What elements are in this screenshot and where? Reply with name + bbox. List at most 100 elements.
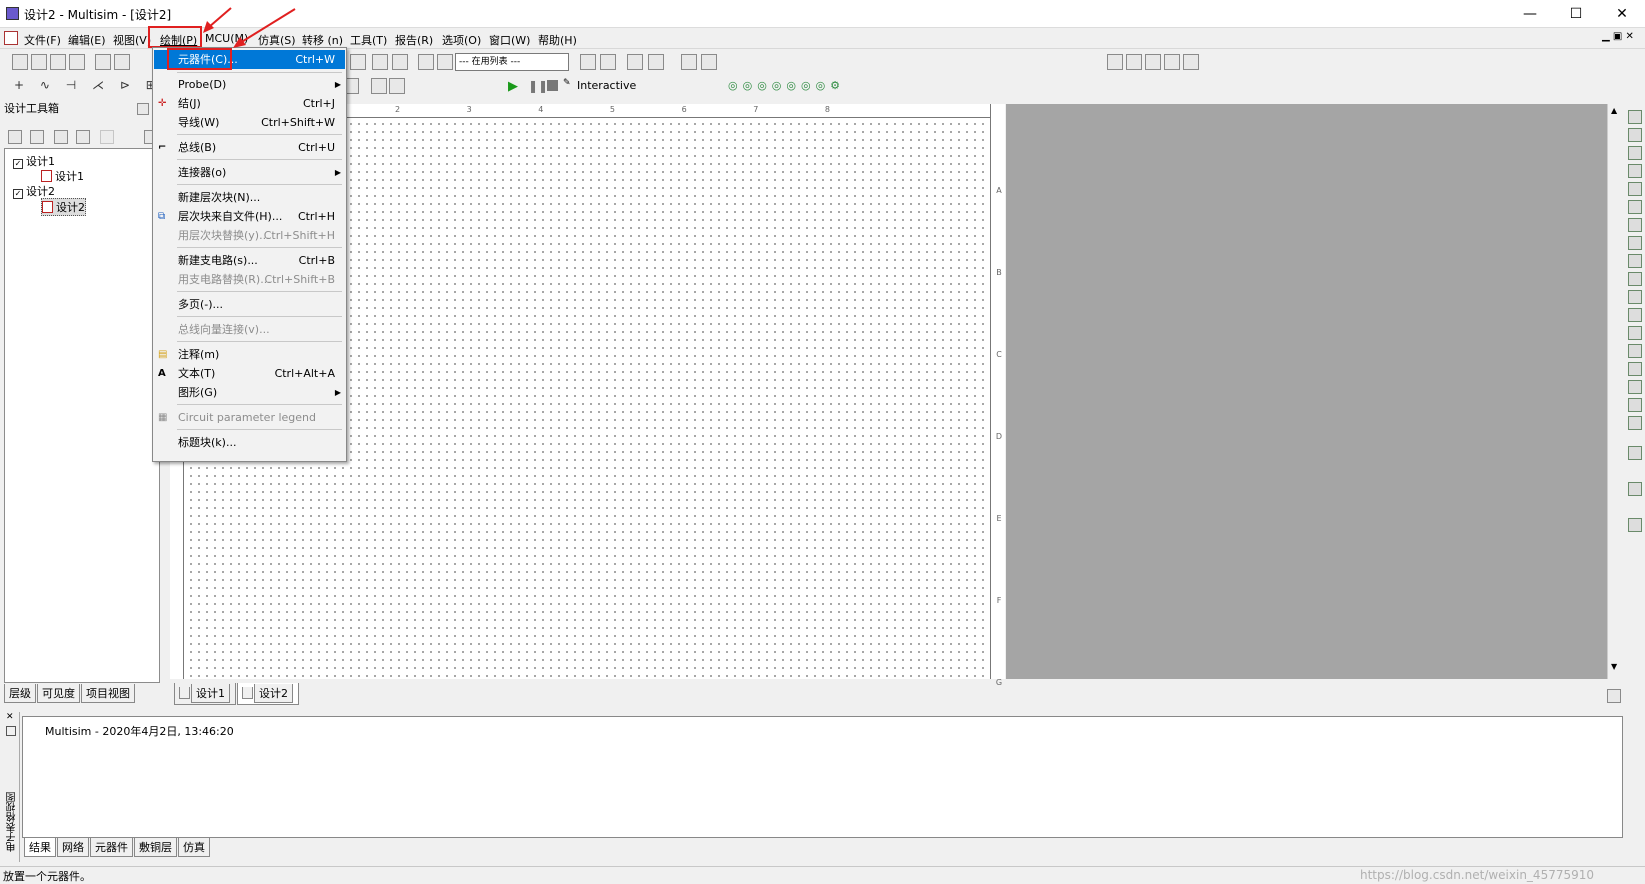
menu-item-graphics[interactable]: 图形(G) ▶ <box>154 383 345 402</box>
menu-reports[interactable]: 报告(R) <box>395 32 433 48</box>
zoom-area-icon[interactable] <box>1145 54 1161 70</box>
interactive-label[interactable]: Interactive <box>577 79 636 92</box>
menu-item-bus[interactable]: ⌐ 总线(B) Ctrl+U <box>154 138 345 157</box>
forward-annotate-icon[interactable] <box>648 54 664 70</box>
wattmeter-icon[interactable] <box>1628 146 1642 160</box>
oscilloscope-icon[interactable] <box>1628 164 1642 178</box>
stop-icon[interactable] <box>547 80 558 91</box>
tab-simulation[interactable]: 仿真 <box>178 838 210 857</box>
measurement-probe-icon[interactable] <box>1628 518 1642 532</box>
doc-tab-design1[interactable]: 设计1 <box>174 683 236 705</box>
menu-help[interactable]: 帮助(H) <box>538 32 577 48</box>
menu-tools[interactable]: 工具(T) <box>350 32 387 48</box>
agilent-multimeter-icon[interactable] <box>1628 380 1642 394</box>
word-generator-icon[interactable] <box>1628 236 1642 250</box>
scroll-up-icon[interactable]: ▲ <box>1611 106 1617 115</box>
menu-item-new-subcircuit[interactable]: 新建支电路(s)... Ctrl+B <box>154 251 345 270</box>
tab-hierarchy[interactable]: 层级 <box>4 684 36 703</box>
tree-root-2[interactable]: ✓ 设计2 <box>13 183 55 199</box>
new-icon[interactable] <box>12 54 28 70</box>
menu-item-comment[interactable]: ▤ 注释(m) <box>154 345 345 364</box>
function-generator-icon[interactable] <box>1628 128 1642 142</box>
pause-icon[interactable]: ❚❚ <box>528 79 548 93</box>
panel-window-icon[interactable] <box>76 130 90 144</box>
tab-menu-icon[interactable] <box>1607 689 1621 703</box>
database-icon[interactable] <box>392 54 408 70</box>
menu-item-connectors[interactable]: 连接器(o) ▶ <box>154 163 345 182</box>
tektronix-scope-icon[interactable] <box>1628 416 1642 430</box>
vertical-scrollbar[interactable]: ▲ ▼ <box>1607 104 1623 679</box>
scroll-down-icon[interactable]: ▼ <box>1611 662 1617 671</box>
spectrum-analyzer-icon[interactable] <box>1628 326 1642 340</box>
mdi-controls[interactable]: ▁ ▣ ✕ <box>1602 31 1634 42</box>
zoom-out-icon[interactable] <box>1126 54 1142 70</box>
tree-child-2[interactable]: 设计2 <box>41 198 86 216</box>
agilent-generator-icon[interactable] <box>1628 362 1642 376</box>
bode-plotter-icon[interactable] <box>1628 200 1642 214</box>
logic-converter-icon[interactable] <box>1628 254 1642 268</box>
panel-new-icon[interactable] <box>8 130 22 144</box>
grapher-icon[interactable] <box>350 54 366 70</box>
tab-copper-layers[interactable]: 敷铜层 <box>134 838 177 857</box>
tab-project-view[interactable]: 项目视图 <box>81 684 135 703</box>
menu-edit[interactable]: 编辑(E) <box>68 32 106 48</box>
save-icon[interactable] <box>69 54 85 70</box>
component-bar-icons[interactable]: + ∿ ⊣ ⋌ ⊳ ⊞ <box>14 78 162 92</box>
run-icon[interactable]: ▶ <box>508 79 518 94</box>
in-use-list-select[interactable]: --- 在用列表 --- <box>455 53 569 71</box>
zoom-in-icon[interactable] <box>1107 54 1123 70</box>
four-channel-scope-icon[interactable] <box>1628 182 1642 196</box>
menu-item-wire[interactable]: 导线(W) Ctrl+Shift+W <box>154 113 345 132</box>
distortion-analyzer-icon[interactable] <box>1628 308 1642 322</box>
panel-save-icon[interactable] <box>54 130 68 144</box>
back-annotate-icon[interactable] <box>627 54 643 70</box>
tab-results[interactable]: 结果 <box>24 838 56 857</box>
place-hierarchical-icon[interactable] <box>371 78 387 94</box>
open-icon[interactable] <box>31 54 47 70</box>
tab-nets[interactable]: 网络 <box>57 838 89 857</box>
open-sample-icon[interactable] <box>50 54 66 70</box>
labview-icon[interactable] <box>1628 446 1642 460</box>
panel-open-icon[interactable] <box>30 130 44 144</box>
doc-tab-design2[interactable]: 设计2 <box>237 683 299 705</box>
tab-components[interactable]: 元器件 <box>90 838 133 857</box>
maximize-button[interactable]: ☐ <box>1553 0 1599 28</box>
spreadsheet-icon[interactable] <box>372 54 388 70</box>
tree-root-1[interactable]: ✓ 设计1 <box>13 153 55 169</box>
transfer-ultiboard-icon[interactable] <box>600 54 616 70</box>
tree-child-1[interactable]: 设计1 <box>41 168 84 184</box>
menu-view[interactable]: 视图(V) <box>113 32 151 48</box>
tab-visibility[interactable]: 可见度 <box>37 684 80 703</box>
iv-analyzer-icon[interactable] <box>1628 290 1642 304</box>
probe-tools-icons[interactable]: ◎◎◎◎◎◎◎⚙ <box>728 79 845 92</box>
zoom-fit-icon[interactable] <box>1164 54 1180 70</box>
search-icon[interactable] <box>681 54 697 70</box>
menu-item-title-block[interactable]: 标题块(k)... <box>154 433 345 452</box>
menu-item-junction[interactable]: ✛ 结(J) Ctrl+J <box>154 94 345 113</box>
panel-dock-icon[interactable] <box>6 726 16 736</box>
menu-options[interactable]: 选项(O) <box>442 32 481 48</box>
menu-item-text[interactable]: A 文本(T) Ctrl+Alt+A <box>154 364 345 383</box>
component-wizard-icon[interactable] <box>418 54 434 70</box>
db-manager-icon[interactable] <box>437 54 453 70</box>
menu-item-probe[interactable]: Probe(D) ▶ <box>154 75 345 94</box>
minimize-button[interactable]: — <box>1507 0 1553 28</box>
menu-item-hier-from-file[interactable]: ⧉ 层次块来自文件(H)... Ctrl+H <box>154 207 345 226</box>
help-icon[interactable] <box>701 54 717 70</box>
agilent-scope-icon[interactable] <box>1628 398 1642 412</box>
menu-file[interactable]: 文件(F) <box>24 32 61 48</box>
erc-icon[interactable] <box>580 54 596 70</box>
network-analyzer-icon[interactable] <box>1628 344 1642 358</box>
print-preview-icon[interactable] <box>114 54 130 70</box>
current-probe-icon[interactable] <box>1628 482 1642 496</box>
full-screen-icon[interactable] <box>1183 54 1199 70</box>
panel-close-icon[interactable]: ✕ <box>6 712 14 722</box>
print-icon[interactable] <box>95 54 111 70</box>
logic-analyzer-icon[interactable] <box>1628 272 1642 286</box>
menu-item-new-hier-block[interactable]: 新建层次块(N)... <box>154 188 345 207</box>
multimeter-icon[interactable] <box>1628 110 1642 124</box>
place-bus-icon[interactable] <box>389 78 405 94</box>
menu-transfer[interactable]: 转移 (n) <box>302 32 343 48</box>
panel-minimize-icon[interactable] <box>137 103 149 115</box>
menu-window[interactable]: 窗口(W) <box>489 32 530 48</box>
